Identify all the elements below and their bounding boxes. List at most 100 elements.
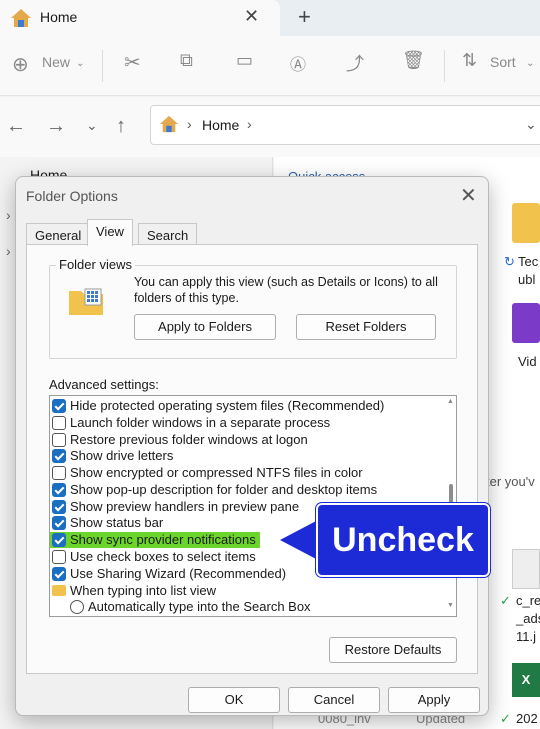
checkbox-checked[interactable] — [52, 483, 66, 497]
setting-ntfs-color[interactable]: Show encrypted or compressed NTFS files … — [50, 465, 440, 481]
folder-label[interactable]: Tec — [518, 254, 538, 269]
tab-general[interactable]: General — [26, 223, 91, 245]
folder-label[interactable]: ubl — [518, 272, 535, 287]
apply-button[interactable]: Apply — [388, 687, 480, 713]
checkbox-checked[interactable] — [52, 449, 66, 463]
reset-folders-button[interactable]: Reset Folders — [296, 314, 436, 340]
excel-file-icon[interactable]: X — [512, 663, 540, 697]
paste-icon[interactable]: ▭ — [236, 50, 253, 71]
checkbox-checked[interactable] — [52, 516, 66, 530]
folder-icon[interactable] — [512, 203, 540, 243]
setting-separate-process[interactable]: Launch folder windows in a separate proc… — [50, 415, 440, 431]
home-icon — [159, 115, 179, 136]
tab-close-icon[interactable]: ✕ — [244, 6, 259, 27]
setting-label: Show pop-up description for folder and d… — [70, 482, 378, 497]
synced-check-icon: ✓ — [500, 593, 511, 608]
ok-button[interactable]: OK — [188, 687, 280, 713]
setting-hide-protected-files[interactable]: Hide protected operating system files (R… — [50, 398, 440, 414]
sync-icon: ↻ — [504, 254, 515, 269]
copy-icon[interactable]: ⧉ — [180, 50, 193, 71]
folder-icon — [52, 585, 66, 596]
cut-icon[interactable]: ✂ — [124, 50, 141, 75]
checkbox-unchecked[interactable] — [52, 416, 66, 430]
cancel-button[interactable]: Cancel — [288, 687, 380, 713]
chevron-right-icon[interactable]: › — [247, 116, 252, 132]
file-label[interactable]: _ads — [516, 611, 540, 626]
setting-label: When typing into list view — [70, 583, 216, 598]
apply-to-folders-button[interactable]: Apply to Folders — [134, 314, 276, 340]
checkbox-checked[interactable] — [52, 567, 66, 581]
setting-type-into-search[interactable]: Automatically type into the Search Box — [50, 599, 440, 615]
setting-restore-windows[interactable]: Restore previous folder windows at logon — [50, 432, 440, 448]
expand-arrow-icon[interactable]: › — [6, 243, 11, 259]
recent-chevron-icon[interactable]: ⌄ — [86, 117, 98, 134]
setting-sync-provider-notifications[interactable]: Show sync provider notifications — [50, 532, 260, 548]
sort-button[interactable]: Sort — [490, 54, 516, 70]
separator — [102, 50, 103, 82]
rename-icon[interactable]: Ⓐ — [290, 51, 306, 75]
address-bar-row: ← → ⌄ ↑ › Home › ⌄ — [0, 97, 540, 157]
file-label[interactable]: 202 — [516, 711, 538, 726]
checkbox-unchecked[interactable] — [52, 550, 66, 564]
view-tab-panel: Folder views You can apply this view (su… — [26, 244, 478, 674]
chevron-down-icon: ⌄ — [76, 58, 85, 69]
new-tab-button[interactable]: + — [298, 4, 311, 30]
file-label[interactable]: c_re — [516, 593, 540, 608]
command-bar: ⊕ New ⌄ ✂ ⧉ ▭ Ⓐ ⤴ 🗑 ⇅ Sort ⌄ — [0, 36, 540, 96]
forward-arrow-icon[interactable]: → — [46, 115, 66, 138]
checkbox-checked[interactable] — [52, 500, 66, 514]
setting-label: Use check boxes to select items — [70, 549, 256, 564]
setting-drive-letters[interactable]: Show drive letters — [50, 448, 440, 464]
expand-arrow-icon[interactable]: › — [6, 207, 11, 223]
folder-views-description: You can apply this view (such as Details… — [134, 275, 438, 305]
setting-label: Show status bar — [70, 515, 164, 530]
checkbox-unchecked[interactable] — [52, 433, 66, 447]
folder-views-group: Folder views You can apply this view (su… — [49, 257, 457, 359]
videos-folder-icon[interactable] — [512, 303, 540, 343]
folder-label[interactable]: Vid — [518, 354, 537, 369]
folder-views-label: Folder views — [56, 257, 135, 272]
setting-label: Show encrypted or compressed NTFS files … — [70, 465, 363, 480]
checkbox-checked[interactable] — [52, 533, 66, 547]
up-arrow-icon[interactable]: ↑ — [116, 115, 126, 138]
setting-label: Use Sharing Wizard (Recommended) — [70, 566, 287, 581]
setting-label: Show sync provider notifications — [70, 532, 256, 547]
radio-button[interactable] — [70, 600, 84, 614]
scroll-down-icon[interactable]: ▼ — [447, 602, 454, 609]
chevron-down-icon: ⌄ — [526, 58, 535, 69]
close-icon[interactable]: ✕ — [460, 183, 477, 208]
back-arrow-icon[interactable]: ← — [6, 115, 26, 138]
tab-view[interactable]: View — [87, 219, 133, 246]
restore-defaults-button[interactable]: Restore Defaults — [329, 637, 457, 663]
tab-bar: Home ✕ + — [0, 0, 540, 36]
tab-home[interactable]: Home ✕ — [0, 0, 280, 36]
chevron-right-icon: › — [187, 116, 192, 132]
dialog-title: Folder Options — [26, 188, 118, 204]
tab-title: Home — [40, 9, 78, 25]
address-field[interactable]: › Home › ⌄ — [150, 105, 540, 145]
setting-popup-description[interactable]: Show pop-up description for folder and d… — [50, 482, 440, 498]
setting-label: Automatically type into the Search Box — [88, 599, 311, 614]
folder-options-dialog: Folder Options ✕ General View Search Fol… — [15, 176, 489, 716]
chevron-down-icon[interactable]: ⌄ — [525, 116, 537, 133]
breadcrumb-home[interactable]: Home — [202, 117, 239, 133]
file-label[interactable]: 11.j — [516, 629, 536, 644]
synced-check-icon: ✓ — [500, 711, 511, 726]
sort-icon[interactable]: ⇅ — [462, 50, 477, 71]
setting-label: Hide protected operating system files (R… — [70, 398, 385, 413]
uncheck-callout: Uncheck — [316, 503, 490, 577]
delete-icon[interactable]: 🗑 — [402, 50, 425, 71]
separator — [444, 50, 445, 82]
setting-label: Show drive letters — [70, 448, 174, 463]
setting-label: Restore previous folder windows at logon — [70, 432, 308, 447]
new-plus-icon[interactable]: ⊕ — [12, 52, 29, 77]
setting-label: Show preview handlers in preview pane — [70, 499, 300, 514]
share-icon[interactable]: ⤴ — [346, 50, 364, 76]
scroll-up-icon[interactable]: ▲ — [447, 398, 454, 405]
setting-group-typing: When typing into list view — [50, 583, 440, 599]
tab-search[interactable]: Search — [138, 223, 198, 245]
file-thumbnail[interactable] — [512, 549, 540, 589]
new-button[interactable]: New — [42, 54, 70, 70]
checkbox-checked[interactable] — [52, 399, 66, 413]
checkbox-unchecked[interactable] — [52, 466, 66, 480]
